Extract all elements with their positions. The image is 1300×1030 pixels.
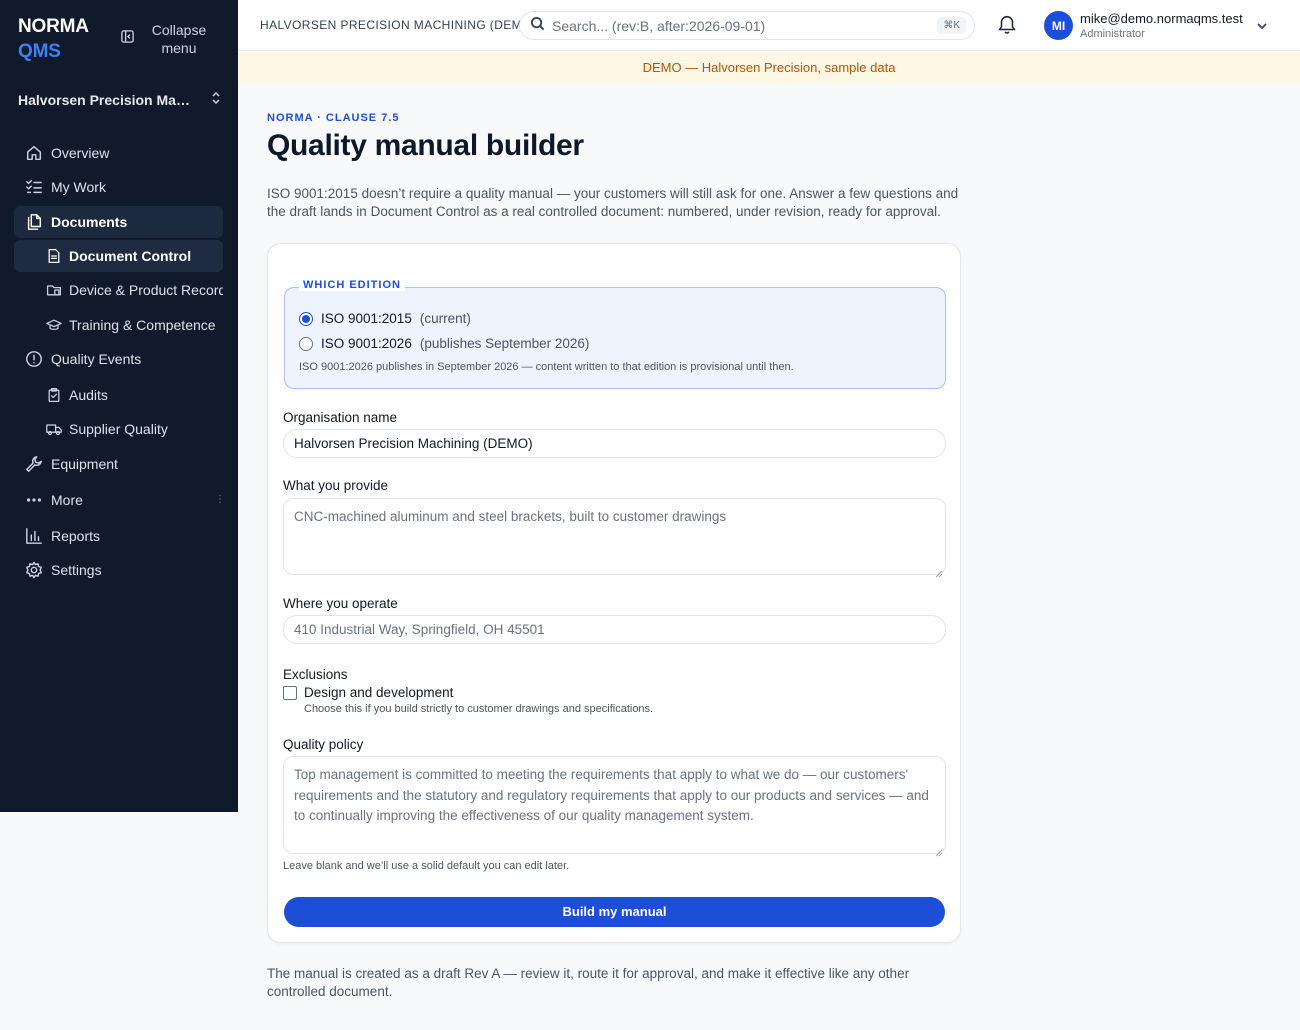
- bar-chart-icon: [24, 526, 44, 546]
- checklist-icon: [24, 177, 44, 197]
- build-manual-button[interactable]: Build my manual: [284, 897, 945, 927]
- sidebar-item-label: Supplier Quality: [69, 421, 168, 437]
- org-switcher-name: Halvorsen Precision Machining (DEMO): [18, 91, 196, 108]
- exclusion-option-label: Design and development: [304, 685, 454, 700]
- sidebar-item-equipment[interactable]: Equipment: [14, 448, 223, 480]
- company-name: HALVORSEN PRECISION MACHINING (DEMO): [260, 18, 537, 32]
- provide-label: What you provide: [283, 478, 389, 493]
- avatar[interactable]: MI: [1044, 11, 1073, 40]
- search-icon: [520, 16, 545, 36]
- edition-option-label: ISO 9001:2015: [321, 311, 412, 326]
- chevron-down-icon[interactable]: [1256, 19, 1268, 31]
- footer-note: The manual is created as a draft Rev A —…: [267, 966, 910, 999]
- org-switcher[interactable]: Halvorsen Precision Machining (DEMO): [18, 91, 222, 108]
- sidebar-item-label: Reports: [51, 528, 101, 544]
- home-icon: [24, 143, 44, 163]
- sidebar-item-label: Equipment: [51, 456, 118, 472]
- policy-placeholder: Top management is committed to meeting t…: [294, 767, 929, 823]
- edition-legend: WHICH EDITION: [299, 279, 405, 291]
- exclusion-help: Choose this if you build strictly to cus…: [304, 703, 654, 715]
- gear-icon: [24, 560, 44, 580]
- sidebar-item-label: Device & Product Records: [69, 282, 223, 298]
- operate-label: Where you operate: [283, 596, 398, 611]
- sidebar-item-label: Settings: [51, 562, 102, 578]
- radio-unselected[interactable]: [299, 336, 313, 351]
- collapse-menu-button[interactable]: Collapse menu: [120, 21, 209, 57]
- org-name-label: Organisation name: [283, 410, 398, 425]
- page-title: Quality manual builder: [267, 129, 584, 162]
- edition-option-2015[interactable]: ISO 9001:2015 (current): [299, 311, 471, 326]
- user-menu[interactable]: mike@demo.normaqms.test Administrator: [1080, 11, 1243, 41]
- sidebar-item-overview[interactable]: Overview: [14, 137, 223, 169]
- bell-icon: [996, 15, 1018, 39]
- edition-note: ISO 9001:2026 publishes in September 202…: [299, 361, 794, 373]
- sidebar-item-quality-events[interactable]: Quality Events: [14, 343, 223, 375]
- sidebar-item-settings[interactable]: Settings: [14, 554, 223, 586]
- page-eyebrow: NORMA · CLAUSE 7.5: [267, 112, 400, 124]
- search-placeholder: Search... (rev:B, after:2026-09-01): [552, 17, 766, 34]
- top-bar: HALVORSEN PRECISION MACHINING (DEMO) Sea…: [238, 0, 1300, 51]
- sidebar-item-supplier-quality[interactable]: Supplier Quality: [14, 413, 223, 445]
- sidebar-item-training-competence[interactable]: Training & Competence: [14, 309, 223, 341]
- user-role: Administrator: [1080, 28, 1145, 40]
- alert-circle-icon: [24, 349, 44, 369]
- brand-line-2: QMS: [18, 41, 61, 62]
- sidebar-item-document-control[interactable]: Document Control: [14, 240, 223, 272]
- user-email: mike@demo.normaqms.test: [1080, 11, 1243, 26]
- graduation-cap-icon: [45, 315, 63, 335]
- more-dots-icon: [24, 490, 44, 510]
- edition-option-hint: (publishes September 2026): [419, 336, 590, 351]
- sidebar-item-label: My Work: [51, 179, 106, 195]
- sidebar-item-more[interactable]: More ⋮: [14, 484, 223, 516]
- exclusions-label: Exclusions: [283, 667, 348, 682]
- brand-line-1: NORMA: [18, 16, 89, 37]
- chevron-up-down-icon: [210, 91, 222, 108]
- policy-label: Quality policy: [283, 737, 364, 752]
- sidebar-item-label: Quality Events: [51, 351, 142, 367]
- provide-field[interactable]: CNC-machined aluminum and steel brackets…: [283, 498, 946, 578]
- more-handle-icon: ⋮: [215, 494, 223, 505]
- policy-help: Leave blank and we’ll use a solid defaul…: [283, 860, 570, 872]
- collapse-menu-label: Collapse menu: [151, 22, 207, 56]
- brand-logo[interactable]: NORMA QMS: [18, 14, 89, 64]
- folder-device-icon: [45, 280, 63, 300]
- sidebar-item-reports[interactable]: Reports: [14, 520, 223, 552]
- policy-field[interactable]: Top management is committed to meeting t…: [283, 756, 946, 857]
- sidebar-item-documents[interactable]: Documents: [14, 206, 223, 238]
- manual-builder-form: WHICH EDITION ISO 9001:2015 (current) IS…: [267, 243, 961, 943]
- checkbox[interactable]: [283, 685, 297, 700]
- edition-option-label: ISO 9001:2026: [321, 336, 412, 351]
- truck-icon: [45, 419, 63, 439]
- sidebar-item-my-work[interactable]: My Work: [14, 171, 223, 203]
- edition-option-2026[interactable]: ISO 9001:2026 (publishes September 2026): [299, 336, 589, 351]
- edition-option-hint: (current): [419, 311, 471, 326]
- sidebar-item-label: Audits: [69, 387, 108, 403]
- sidebar-collapse-icon: [120, 29, 135, 49]
- search-input[interactable]: Search... (rev:B, after:2026-09-01) ⌘K: [519, 11, 975, 40]
- edition-fieldset: WHICH EDITION ISO 9001:2015 (current) IS…: [284, 279, 946, 389]
- wrench-icon: [24, 454, 44, 474]
- document-icon: [45, 246, 63, 266]
- sidebar-item-audits[interactable]: Audits: [14, 379, 223, 411]
- operate-field[interactable]: 410 Industrial Way, Springfield, OH 4550…: [283, 615, 946, 644]
- sidebar-item-label: More: [51, 492, 83, 508]
- clipboard-check-icon: [45, 385, 63, 405]
- sidebar-item-device-product-records[interactable]: Device & Product Records: [14, 274, 223, 306]
- radio-selected[interactable]: [299, 311, 313, 326]
- sidebar: NORMA QMS Collapse menu Halvorsen Precis…: [0, 0, 238, 812]
- provide-placeholder: CNC-machined aluminum and steel brackets…: [294, 509, 727, 524]
- resize-grip-icon[interactable]: [935, 843, 943, 857]
- sidebar-item-label: Document Control: [69, 248, 192, 264]
- page-intro: ISO 9001:2015 doesn’t require a quality …: [267, 186, 959, 219]
- sidebar-item-label: Overview: [51, 145, 110, 161]
- exclusion-design-development[interactable]: Design and development: [283, 685, 453, 700]
- sidebar-item-label: Documents: [51, 214, 128, 230]
- sidebar-item-label: Training & Competence: [69, 317, 216, 333]
- search-shortcut: ⌘K: [937, 17, 966, 34]
- demo-banner: DEMO — Halvorsen Precision, sample data: [238, 52, 1300, 83]
- org-name-field[interactable]: Halvorsen Precision Machining (DEMO): [283, 429, 946, 458]
- resize-grip-icon[interactable]: [935, 564, 943, 578]
- notifications-button[interactable]: [996, 13, 1020, 37]
- documents-icon: [24, 212, 44, 232]
